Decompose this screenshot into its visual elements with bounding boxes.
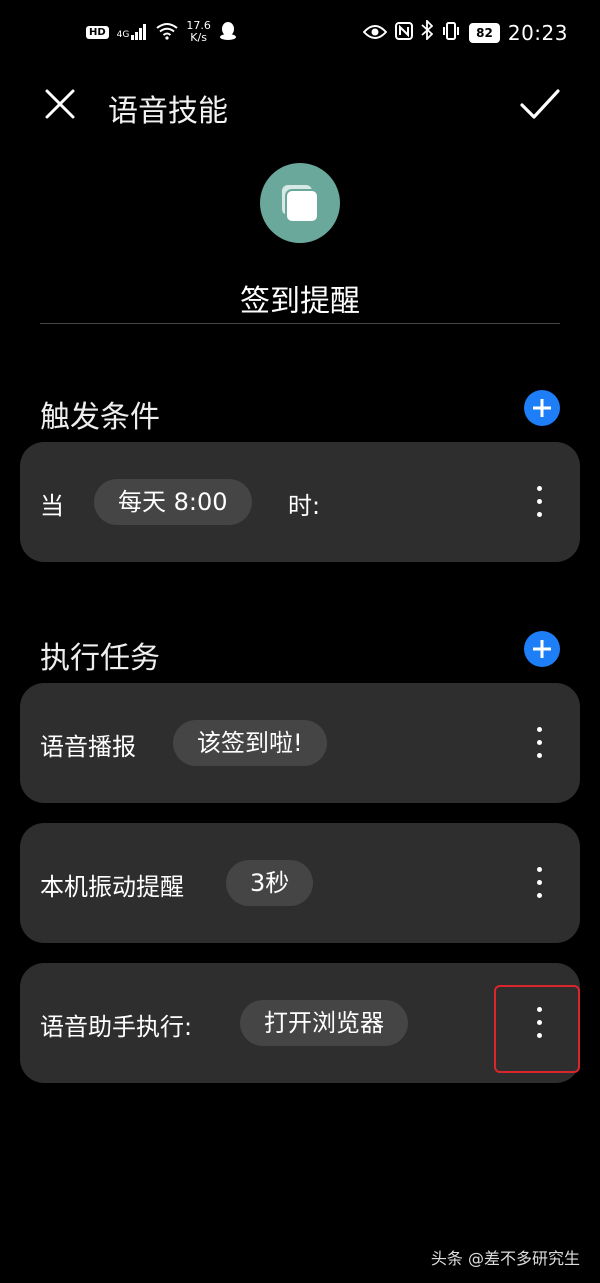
trigger-time-chip[interactable]: 每天 8:00 (94, 479, 252, 525)
status-right: 82 20:23 (362, 18, 568, 45)
bluetooth-icon (421, 18, 434, 45)
confirm-button[interactable] (518, 82, 562, 126)
task-card-voice-broadcast[interactable]: 语音播报 该签到啦! (20, 683, 580, 803)
tasks-section-title: 执行任务 (40, 641, 160, 676)
status-bar: HD 4G 17.6 K/s 82 20:23 (0, 0, 600, 70)
task-chip[interactable]: 打开浏览器 (240, 1000, 408, 1046)
more-dot (537, 740, 542, 745)
skill-avatar[interactable] (260, 163, 340, 243)
more-dot (537, 867, 542, 872)
clock: 20:23 (507, 20, 568, 45)
trigger-section-title: 触发条件 (40, 400, 160, 435)
app-bar: 语音技能 (0, 70, 600, 140)
more-dot (537, 499, 542, 504)
vibrate-icon (441, 21, 461, 45)
status-left: HD 4G 17.6 K/s (86, 20, 237, 44)
more-dot (537, 486, 542, 491)
hd-badge: HD (86, 25, 109, 39)
task-label: 语音播报 (40, 733, 136, 761)
nfc-icon (395, 21, 414, 45)
net-speed-unit: K/s (190, 31, 207, 44)
add-task-button[interactable] (524, 631, 560, 667)
trigger-more-button[interactable] (524, 482, 554, 522)
task-card-vibrate[interactable]: 本机振动提醒 3秒 (20, 823, 580, 943)
signal-icon: 4G (117, 24, 149, 40)
battery-indicator: 82 (469, 22, 500, 43)
highlight-box (494, 985, 580, 1073)
more-dot (537, 727, 542, 732)
task-more-button[interactable] (524, 723, 554, 763)
qq-icon (219, 21, 237, 44)
watermark: 头条 @差不多研究生 (430, 1249, 580, 1268)
wifi-icon (156, 22, 178, 43)
trigger-prefix: 当 (40, 492, 64, 520)
task-more-button[interactable] (524, 863, 554, 903)
task-label: 本机振动提醒 (40, 873, 184, 901)
add-trigger-button[interactable] (524, 390, 560, 426)
task-chip[interactable]: 该签到啦! (173, 720, 327, 766)
more-dot (537, 880, 542, 885)
more-dot (537, 512, 542, 517)
net-speed: 17.6 K/s (186, 20, 211, 44)
trigger-suffix: 时: (288, 492, 321, 520)
check-icon (520, 89, 560, 119)
more-dot (537, 893, 542, 898)
trigger-card[interactable]: 当 每天 8:00 时: (20, 442, 580, 562)
skill-name-field[interactable]: 签到提醒 (40, 276, 560, 320)
close-button[interactable] (40, 84, 80, 124)
task-label: 语音助手执行: (40, 1013, 193, 1041)
page-title: 语音技能 (108, 94, 228, 129)
eye-icon (362, 21, 388, 45)
close-icon (45, 89, 75, 119)
task-chip[interactable]: 3秒 (226, 860, 314, 906)
copy-icon (282, 185, 319, 223)
name-underline (40, 323, 560, 324)
network-type: 4G (116, 30, 130, 40)
more-dot (537, 753, 542, 758)
